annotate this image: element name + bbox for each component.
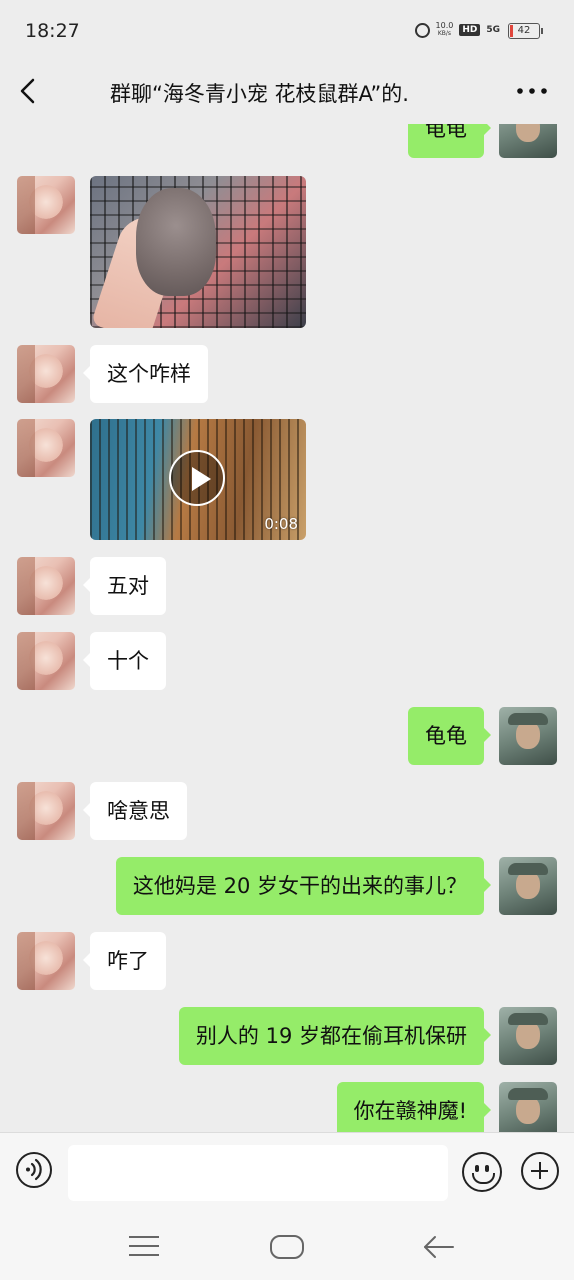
back-arrow-icon[interactable]: [14, 76, 44, 106]
recent-apps-icon[interactable]: [129, 1236, 159, 1258]
chat-header: 群聊“海冬青小宠 花枝鼠群A”的.: [0, 62, 574, 124]
status-time: 18:27: [25, 20, 80, 42]
more-options-icon[interactable]: [514, 76, 550, 106]
voice-waves-icon: [26, 1158, 42, 1181]
sender-avatar[interactable]: [17, 345, 75, 403]
chat-title: 群聊“海冬青小宠 花枝鼠群A”的.: [110, 82, 409, 106]
emoji-eye-left: [475, 1165, 479, 1172]
sent-message-bubble[interactable]: 龟龟: [408, 707, 491, 765]
signal-icon: 5G: [486, 24, 500, 35]
system-nav-bar: [0, 1214, 574, 1280]
message-input[interactable]: [68, 1145, 448, 1201]
photo-rat: [136, 188, 216, 296]
received-message-bubble[interactable]: 咋了: [83, 932, 166, 990]
sent-message-bubble[interactable]: 龟龟: [408, 124, 491, 158]
image-message[interactable]: [90, 176, 306, 328]
my-avatar[interactable]: [499, 1082, 557, 1132]
alarm-icon: [414, 22, 430, 38]
sender-avatar[interactable]: [17, 557, 75, 615]
my-avatar[interactable]: [499, 857, 557, 915]
sender-avatar[interactable]: [17, 782, 75, 840]
sent-message-bubble[interactable]: 你在赣神魔!: [336, 1082, 492, 1132]
sent-message-bubble[interactable]: 这他妈是 20 岁女干的出来的事儿？: [115, 857, 492, 915]
play-icon[interactable]: [169, 450, 225, 506]
received-message-bubble[interactable]: 五对: [83, 557, 166, 615]
sender-avatar[interactable]: [17, 932, 75, 990]
sender-avatar[interactable]: [17, 632, 75, 690]
my-avatar[interactable]: [499, 1007, 557, 1065]
network-speed: 10.0 KB/s: [435, 21, 454, 38]
sender-avatar[interactable]: [17, 176, 75, 234]
sent-message-bubble[interactable]: 别人的 19 岁都在偷耳机保研: [178, 1007, 492, 1065]
battery-level: [510, 25, 513, 37]
my-avatar[interactable]: [499, 707, 557, 765]
sender-avatar[interactable]: [17, 419, 75, 477]
home-icon[interactable]: [270, 1235, 304, 1259]
plus-icon[interactable]: [521, 1152, 559, 1190]
received-message-bubble[interactable]: 十个: [83, 632, 166, 690]
my-avatar[interactable]: [499, 124, 557, 158]
received-message-bubble[interactable]: 啥意思: [83, 782, 187, 840]
status-bar: 18:27 10.0 KB/s HD 5G 42: [0, 0, 574, 62]
chat-messages[interactable]: 龟龟 这个咋样 0:08 五对 十个 龟龟 啥意思 这他妈是 20 岁女干的出来…: [0, 124, 574, 1132]
emoji-mouth: [472, 1173, 495, 1184]
input-bar: [0, 1132, 574, 1214]
hd-icon: HD: [459, 24, 481, 36]
voice-icon[interactable]: [16, 1152, 52, 1188]
video-duration: 0:08: [264, 515, 298, 533]
status-icons: 10.0 KB/s HD 5G 42: [414, 21, 543, 39]
received-message-bubble[interactable]: 这个咋样: [83, 345, 208, 403]
emoji-icon[interactable]: [462, 1152, 502, 1192]
battery-icon: 42: [508, 23, 543, 39]
video-message[interactable]: 0:08: [90, 419, 306, 540]
emoji-eye-right: [485, 1165, 489, 1172]
system-back-icon[interactable]: [422, 1232, 456, 1262]
